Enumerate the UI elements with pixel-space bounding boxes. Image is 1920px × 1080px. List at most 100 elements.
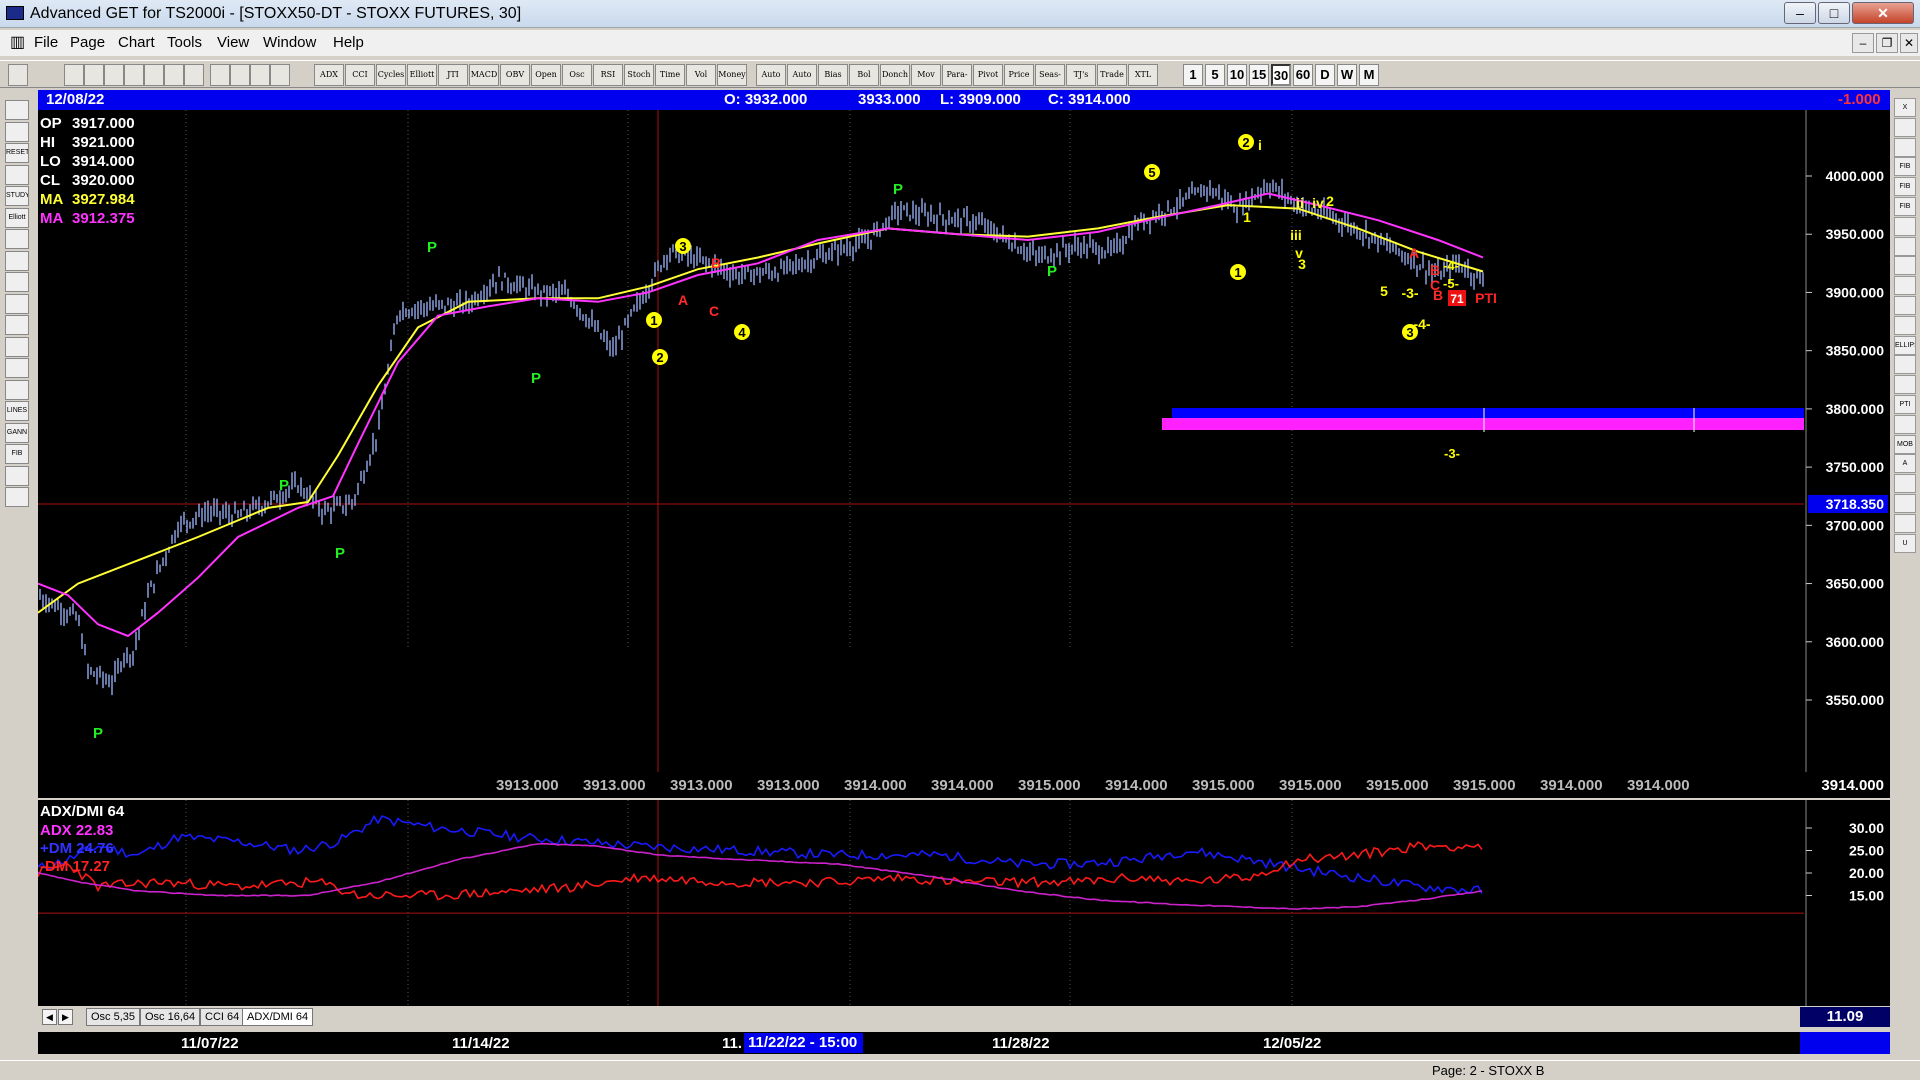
study-button[interactable]: TJ's Web <box>1066 64 1096 86</box>
timeframe-button[interactable]: 15 <box>1249 64 1269 86</box>
study-button[interactable]: Vol <box>686 64 716 86</box>
copy-icon[interactable] <box>124 64 144 86</box>
right-tool-button[interactable] <box>1894 216 1916 236</box>
date-scroll-thumb[interactable] <box>1800 1032 1890 1054</box>
timeframe-button[interactable]: 10 <box>1227 64 1247 86</box>
study-button[interactable]: Mov Ave <box>911 64 941 86</box>
price-chart[interactable]: PPPPPPP12345123iiiiiiivv1235 -3--4--4--5-… <box>38 110 1890 798</box>
tab-scroll-left-icon[interactable]: ◀ <box>42 1009 57 1025</box>
study-button[interactable]: XTL <box>1128 64 1158 86</box>
study-button[interactable]: Price Clust <box>1004 64 1034 86</box>
minimize-button[interactable]: – <box>1784 2 1816 24</box>
tab-osc-5-35[interactable]: Osc 5,35 <box>86 1008 141 1026</box>
left-tool-button[interactable]: GANN <box>5 422 29 443</box>
left-tool-button[interactable] <box>5 293 29 314</box>
menu-tools[interactable]: Tools <box>167 34 202 51</box>
menu-help[interactable]: Help <box>333 34 364 51</box>
left-tool-button[interactable] <box>5 487 29 507</box>
timeframe-button[interactable]: 60 <box>1293 64 1313 86</box>
menu-page[interactable]: Page <box>70 34 105 51</box>
right-tool-button[interactable] <box>1894 296 1916 315</box>
study-button[interactable]: MACD <box>469 64 499 86</box>
right-tool-button[interactable] <box>1894 256 1916 276</box>
study-button[interactable]: ADX DMI <box>314 64 344 86</box>
left-tool-button[interactable]: RESET <box>5 143 29 163</box>
study-button[interactable]: Bias <box>818 64 848 86</box>
right-tool-button[interactable]: FIB EXT <box>1894 177 1916 197</box>
right-tool-button[interactable]: X <box>1894 98 1916 117</box>
study-button[interactable]: Trade Profile <box>1097 64 1127 86</box>
right-tool-button[interactable] <box>1894 236 1916 256</box>
left-tool-button[interactable] <box>5 358 29 378</box>
right-tool-button[interactable] <box>1894 513 1916 533</box>
study-button[interactable]: Donch <box>880 64 910 86</box>
left-tool-button[interactable]: STUDY <box>5 186 29 206</box>
save-icon[interactable] <box>104 64 124 86</box>
left-tool-button[interactable]: LINES <box>5 401 29 421</box>
study-button[interactable]: Cycles <box>376 64 406 86</box>
study-button[interactable]: JTI <box>438 64 468 86</box>
left-tool-button[interactable] <box>5 379 29 400</box>
study-button[interactable]: CCI <box>345 64 375 86</box>
right-tool-button[interactable] <box>1894 375 1916 395</box>
left-tool-button[interactable] <box>5 121 29 142</box>
left-tool-button[interactable] <box>5 272 29 292</box>
info-icon[interactable] <box>250 64 270 86</box>
menu-view[interactable]: View <box>217 34 249 51</box>
mdi-minimize-button[interactable]: – <box>1852 33 1874 53</box>
print-preview-icon[interactable] <box>230 64 250 86</box>
tab-cci-64[interactable]: CCI 64 <box>200 1008 245 1026</box>
menu-window[interactable]: Window <box>263 34 316 51</box>
study-button[interactable]: Osc <box>562 64 592 86</box>
study-button[interactable]: Pivot <box>973 64 1003 86</box>
right-tool-button[interactable]: U <box>1894 533 1916 553</box>
left-tool-button[interactable] <box>5 336 29 357</box>
timeframe-button[interactable]: 30 <box>1271 64 1291 86</box>
study-button[interactable]: OBV <box>500 64 530 86</box>
right-tool-button[interactable] <box>1894 137 1916 157</box>
left-tool-button[interactable] <box>5 250 29 271</box>
right-tool-button[interactable]: ELLIPS <box>1894 335 1916 355</box>
study-button[interactable]: Money Flow <box>717 64 747 86</box>
mdi-restore-button[interactable]: ❐ <box>1876 33 1898 53</box>
maximize-button[interactable]: □ <box>1818 2 1850 24</box>
right-tool-button[interactable]: FIB RET <box>1894 157 1916 177</box>
right-tool-button[interactable] <box>1894 355 1916 375</box>
left-tool-button[interactable]: FIB <box>5 444 29 464</box>
pin-icon[interactable] <box>8 64 28 86</box>
timeframe-button[interactable]: M <box>1359 64 1379 86</box>
right-tool-button[interactable] <box>1894 276 1916 296</box>
study-button[interactable]: Bol Band <box>849 64 879 86</box>
left-tool-button[interactable] <box>5 465 29 486</box>
tab-osc-16-64[interactable]: Osc 16,64 <box>140 1008 201 1026</box>
menu-file[interactable]: File <box>34 34 58 51</box>
grid-icon[interactable] <box>184 64 204 86</box>
paste-icon[interactable] <box>144 64 164 86</box>
right-tool-button[interactable]: MOB <box>1894 434 1916 454</box>
left-tool-button[interactable]: Elliott <box>5 207 29 228</box>
tab-scroll-right-icon[interactable]: ▶ <box>58 1009 73 1025</box>
study-button[interactable]: Open Int <box>531 64 561 86</box>
study-button[interactable]: Auto Trend <box>787 64 817 86</box>
right-tool-button[interactable] <box>1894 494 1916 513</box>
open-icon[interactable] <box>84 64 104 86</box>
tab-adx-dmi-64[interactable]: ADX/DMI 64 <box>242 1008 314 1026</box>
close-button[interactable]: ✕ <box>1852 2 1914 24</box>
help-pointer-icon[interactable] <box>270 64 290 86</box>
left-tool-button[interactable] <box>5 229 29 249</box>
menu-chart[interactable]: Chart <box>118 34 155 51</box>
right-tool-button[interactable] <box>1894 414 1916 434</box>
adx-dmi-chart[interactable]: 30.00 25.00 20.00 15.00 ADX/DMI 64 ADX 22.8… <box>38 800 1890 1006</box>
study-button[interactable]: Elliott Trig <box>407 64 437 86</box>
right-tool-button[interactable]: PTI <box>1894 395 1916 414</box>
right-tool-button[interactable]: A <box>1894 454 1916 474</box>
timeframe-button[interactable]: W <box>1337 64 1357 86</box>
right-tool-button[interactable] <box>1894 315 1916 335</box>
left-tool-button[interactable] <box>5 164 29 185</box>
study-button[interactable]: Para- bolic <box>942 64 972 86</box>
right-tool-button[interactable] <box>1894 117 1916 137</box>
study-button[interactable]: Stoch <box>624 64 654 86</box>
print-icon[interactable] <box>210 64 230 86</box>
delete-icon[interactable] <box>164 64 184 86</box>
study-button[interactable]: RSI <box>593 64 623 86</box>
